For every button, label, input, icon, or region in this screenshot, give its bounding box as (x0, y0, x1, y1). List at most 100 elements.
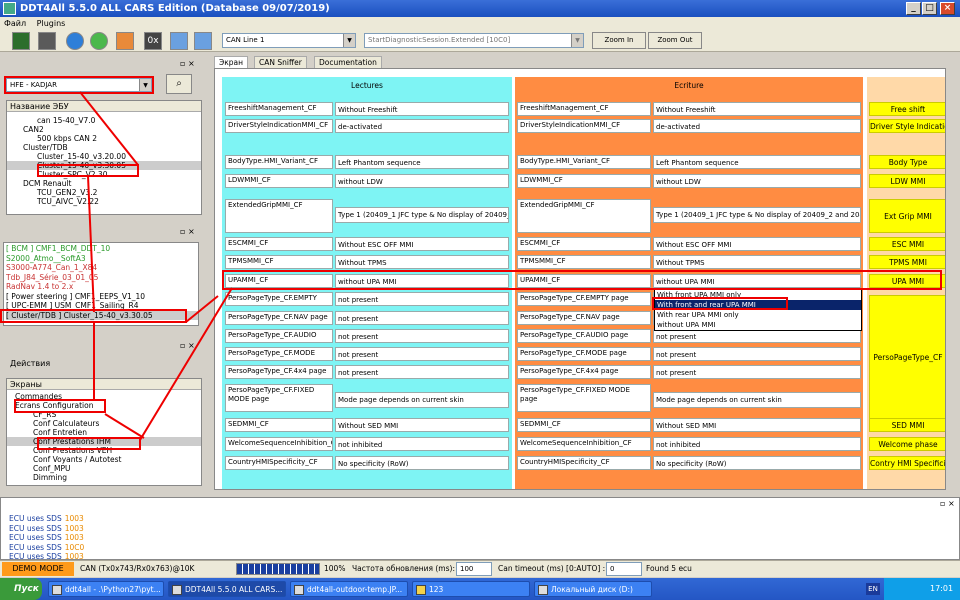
write-select[interactable]: Without ESC OFF MMI (653, 237, 861, 251)
write-select[interactable]: not inhibited (653, 437, 861, 451)
write-select[interactable]: Without TPMS (653, 255, 861, 269)
tree-item[interactable]: Cluster/TDB (7, 143, 201, 152)
log-console: ECU uses SDS 1003 ECU uses SDS 1003 ECU uses… (0, 497, 960, 561)
timeout-label: Can timeout (ms) [0:AUTO] : (498, 564, 606, 573)
apply-button[interactable]: Free shift (869, 102, 945, 116)
tree-item[interactable]: can 15-40_V7.0 (7, 116, 201, 125)
dock-controls-icon[interactable]: ▫ × (180, 340, 195, 352)
zoom-out-button[interactable]: Zoom Out (648, 32, 702, 49)
read-value: not present (335, 329, 509, 343)
write-select[interactable]: Mode page depends on current skin (653, 392, 861, 408)
zoom-in-button[interactable]: Zoom In (592, 32, 646, 49)
apply-button[interactable]: LDW MMI (869, 174, 945, 188)
write-select[interactable]: not present (653, 329, 861, 343)
apply-button[interactable]: Driver Style Indication (869, 119, 945, 133)
dock-controls-icon[interactable]: ▫ × (180, 58, 195, 70)
write-select[interactable]: Left Phantom sequence (653, 155, 861, 169)
can-status: CAN (Tx0x743/Rx0x763)@10K (80, 564, 195, 573)
apply-button[interactable]: Welcome phase (869, 437, 945, 451)
play-icon[interactable] (90, 32, 108, 50)
can-line-select[interactable]: CAN Line 1 ▼ (222, 33, 356, 48)
task-ddt4all-console[interactable]: ddt4all - .\Python27\pyt... (48, 581, 164, 597)
write-select[interactable]: No specificity (RoW) (653, 456, 861, 470)
list-item[interactable]: S2000_Atmo__SoftA3 (6, 254, 198, 264)
list-item[interactable]: S3000-A774_Can_1_X84 (6, 263, 198, 273)
tree-item[interactable]: Cluster_15-40_v3.20.00 (7, 152, 201, 161)
read-value: not present (335, 292, 509, 306)
progress-fill (237, 564, 319, 574)
tree-item[interactable]: TCU_GEN2_V3.2 (7, 188, 201, 197)
write-select[interactable]: de-activated (653, 119, 861, 133)
perso-page-button[interactable]: PersoPageType_CF (869, 295, 945, 419)
param-label: LDWMMI_CF (517, 174, 651, 188)
menu-plugins[interactable]: Plugins (33, 19, 70, 28)
menu-file[interactable]: Файл (0, 19, 30, 28)
task-local-disk[interactable]: Локальный диск (D:) (534, 581, 652, 597)
upa-dropdown-list[interactable]: With front UPA MMI only With front and re… (654, 289, 862, 331)
task-folder-123[interactable]: 123 (412, 581, 530, 597)
list-item[interactable]: Tdb_J84_Série_03_01_05 (6, 273, 198, 283)
tree-item[interactable]: Conf Entretien (7, 428, 201, 437)
dropdown-option[interactable]: without UPA MMI (655, 320, 861, 330)
tree-item[interactable]: Conf Calculateurs (7, 419, 201, 428)
task-label: Локальный диск (D:) (551, 585, 633, 594)
close-button[interactable]: × (940, 2, 955, 15)
write-select[interactable]: without LDW (653, 174, 861, 188)
language-indicator[interactable]: EN (866, 583, 880, 595)
read-value: without LDW (335, 174, 509, 188)
start-button[interactable]: Пуск (0, 578, 42, 600)
apply-button[interactable]: Ext Grip MMI (869, 199, 945, 233)
log-line: ECU uses SDS 1003 (5, 524, 959, 534)
param-label: SEDMMI_CF (225, 418, 333, 432)
task-image-viewer[interactable]: ddt4all-outdoor-temp.JP... (290, 581, 408, 597)
dashboard-icon[interactable] (38, 32, 56, 50)
read-value: Without ESC OFF MMI (335, 237, 509, 251)
tree-item[interactable]: Dimming (7, 473, 201, 482)
refresh-spinbox[interactable]: 100 (456, 562, 492, 576)
tab-can-sniffer[interactable]: CAN Sniffer (254, 56, 307, 68)
highlight-cluster-ecu (37, 164, 139, 177)
write-select[interactable]: Without SED MMI (653, 418, 861, 432)
maximize-button[interactable]: □ (922, 2, 937, 15)
dropdown-option[interactable]: With rear UPA MMI only (655, 310, 861, 320)
tab-documentation[interactable]: Documentation (314, 56, 382, 68)
param-label: ESCMMI_CF (517, 237, 651, 251)
apply-button[interactable]: TPMS MMI (869, 255, 945, 269)
param-label: BodyType.HMI_Variant_CF (517, 155, 651, 169)
dock-controls-icon[interactable]: ▫ × (180, 226, 195, 238)
timeout-value: 0 (610, 565, 615, 573)
tab-screen[interactable]: Экран (214, 56, 249, 68)
tree-item[interactable]: DCM Renault (7, 179, 201, 188)
session-select[interactable]: StartDiagnosticSession.Extended [10C0] ▼ (364, 33, 584, 48)
write-select[interactable]: Type 1 (20409_1 JFC type & No display of… (653, 207, 861, 223)
scan-icon[interactable] (12, 32, 30, 50)
tree-item[interactable]: CAN2 (7, 125, 201, 134)
apply-button[interactable]: Body Type (869, 155, 945, 169)
timeout-spinbox[interactable]: 0 (606, 562, 642, 576)
list-item[interactable]: [ BCM ] CMF1_BCM_DDT_10 (6, 244, 198, 254)
found-ecu-count: Found 5 ecu (646, 564, 692, 573)
dock-controls-icon[interactable]: ▫ × (940, 498, 955, 510)
task-ddt4all-window[interactable]: DDT4All 5.5.0 ALL CARS... (168, 581, 286, 597)
refresh-icon[interactable] (66, 32, 84, 50)
write-select[interactable]: not present (653, 365, 861, 379)
tree-item[interactable]: Conf_MPU (7, 464, 201, 473)
apply-button[interactable]: SED MMI (869, 418, 945, 432)
minimize-button[interactable]: _ (906, 2, 921, 15)
hex-icon[interactable]: 0x (144, 32, 162, 50)
apply-button[interactable]: Contry HMI Specificity (869, 456, 945, 470)
tree-item[interactable]: 500 kbps CAN 2 (7, 134, 201, 143)
search-button[interactable]: ⌕ (166, 74, 192, 94)
write-select[interactable]: Without Freeshift (653, 102, 861, 116)
heart-icon[interactable] (116, 32, 134, 50)
apply-button[interactable]: ESC MMI (869, 237, 945, 251)
tree-item[interactable]: Conf Voyants / Autotest (7, 455, 201, 464)
write-select[interactable]: not present (653, 347, 861, 361)
tree-item[interactable]: TCU_AIVC_V2.22 (7, 197, 201, 206)
network-icon[interactable] (170, 32, 188, 50)
list-item[interactable]: [ Power steering ] CMF1_EEPS_V1_10 (6, 292, 198, 302)
window-title: DDT4All 5.5.0 ALL CARS Edition (Database… (20, 3, 330, 14)
connector-icon[interactable] (194, 32, 212, 50)
read-value: Without SED MMI (335, 418, 509, 432)
list-item[interactable]: RadNav 1.4 to 2.x (6, 282, 198, 292)
